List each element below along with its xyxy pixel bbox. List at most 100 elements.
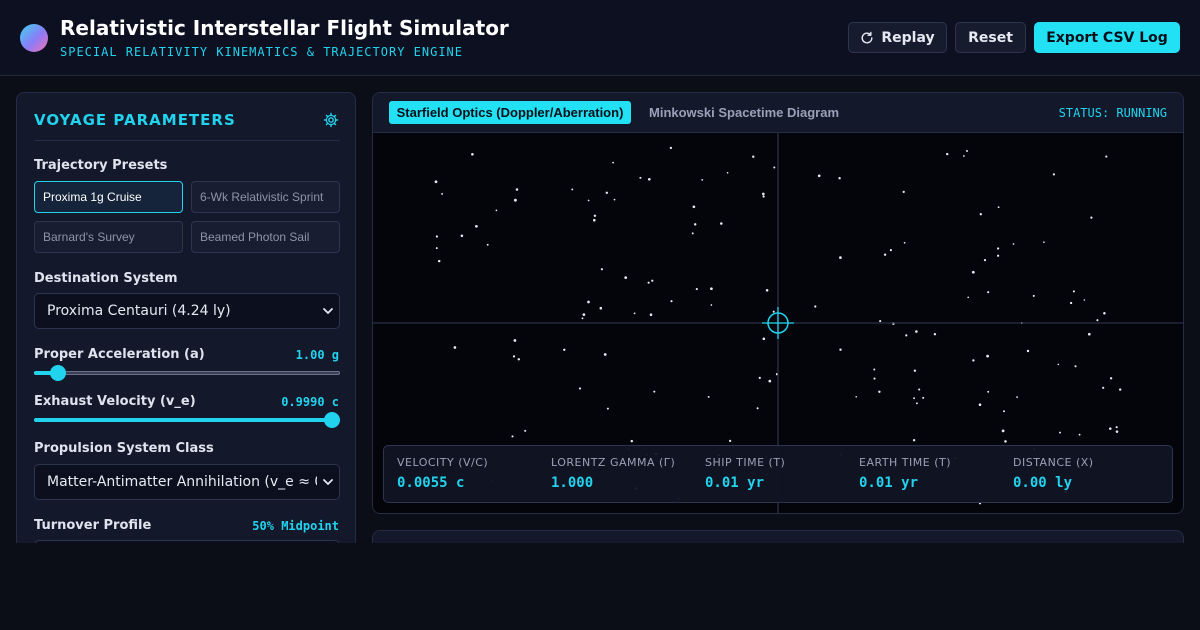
telemetry-readout: VELOCITY (V/C) 0.0055 c LORENTZ GAMMA (Γ…	[383, 445, 1173, 503]
star	[1043, 241, 1045, 244]
star	[471, 152, 474, 156]
readout-lorentz-gamma: LORENTZ GAMMA (Γ) 1.000	[551, 456, 675, 491]
turnover-label: Turnover Profile	[34, 518, 152, 533]
star	[996, 254, 1000, 257]
star	[979, 213, 982, 216]
star	[517, 358, 521, 361]
page-background	[0, 543, 1200, 630]
star	[435, 235, 439, 238]
star	[649, 313, 653, 316]
slider-thumb[interactable]	[50, 365, 67, 381]
star	[997, 206, 1000, 209]
star	[814, 305, 817, 308]
star	[647, 177, 651, 181]
presets-label: Trajectory Presets	[34, 158, 168, 173]
star	[905, 334, 908, 337]
star	[701, 179, 704, 181]
star	[1012, 243, 1015, 245]
star	[1115, 426, 1118, 429]
reset-button[interactable]: Reset	[955, 22, 1026, 53]
star	[630, 439, 634, 443]
star	[1105, 155, 1108, 158]
crosshair-icon	[762, 307, 794, 339]
slider-thumb[interactable]	[324, 412, 340, 428]
star	[996, 247, 1000, 250]
replay-button[interactable]: Replay	[848, 22, 947, 53]
slider-track	[34, 371, 340, 375]
star	[647, 281, 650, 284]
view-tabs: Starfield Optics (Doppler/Aberration) Mi…	[373, 93, 1183, 133]
star	[486, 243, 489, 246]
star	[693, 223, 697, 226]
star	[879, 320, 882, 323]
tab-minkowski-diagram[interactable]: Minkowski Spacetime Diagram	[649, 101, 839, 124]
acceleration-value: 1.00 g	[295, 348, 339, 362]
acceleration-slider[interactable]	[34, 365, 340, 381]
star	[1074, 365, 1077, 368]
star	[600, 268, 603, 271]
star	[1083, 299, 1086, 301]
star	[593, 218, 596, 222]
star	[514, 198, 517, 202]
exhaust-velocity-value: 0.9990 c	[281, 395, 339, 409]
star	[915, 402, 918, 405]
star	[978, 403, 982, 407]
star	[605, 191, 608, 194]
destination-select[interactable]: Proxima Centauri (4.24 ly)	[34, 293, 340, 329]
export-csv-button[interactable]: Export CSV Log	[1034, 22, 1180, 53]
readout-label: LORENTZ GAMMA (Γ)	[551, 456, 676, 469]
star	[915, 330, 918, 333]
divider	[34, 140, 340, 141]
star	[987, 291, 990, 294]
propulsion-select[interactable]: Matter-Antimatter Annihilation (v_e ≈ 0	[34, 464, 340, 500]
voyage-parameters-panel: VOYAGE PARAMETERS Trajectory Presets Pro…	[16, 92, 356, 562]
preset-proxima-1g-cruise[interactable]: Proxima 1g Cruise	[34, 181, 183, 213]
preset-beamed-photon-sail[interactable]: Beamed Photon Sail	[191, 221, 340, 253]
star	[1026, 349, 1030, 353]
preset-6wk-relativistic-sprint[interactable]: 6-Wk Relativistic Sprint	[191, 181, 340, 213]
star	[839, 348, 842, 351]
star	[839, 256, 842, 259]
star	[772, 310, 775, 313]
tab-starfield-optics[interactable]: Starfield Optics (Doppler/Aberration)	[389, 101, 631, 124]
propulsion-value: Matter-Antimatter Annihilation (v_e ≈ 0	[47, 474, 317, 490]
star	[515, 188, 519, 191]
star	[889, 249, 892, 252]
star	[670, 300, 673, 303]
starfield-view[interactable]: VELOCITY (V/C) 0.0055 c LORENTZ GAMMA (Γ…	[373, 133, 1183, 513]
readout-earth-time: EARTH TIME (T) 0.01 yr	[859, 456, 951, 491]
star	[918, 388, 921, 391]
star	[972, 359, 975, 362]
exhaust-velocity-slider[interactable]	[34, 412, 340, 428]
star	[1078, 433, 1081, 436]
readout-label: DISTANCE (X)	[1013, 456, 1094, 469]
star	[578, 387, 582, 390]
propulsion-label: Propulsion System Class	[34, 441, 214, 456]
gear-icon[interactable]	[323, 112, 339, 128]
readout-label: SHIP TIME (T)	[705, 456, 786, 469]
star	[691, 232, 694, 235]
star	[613, 198, 616, 201]
star	[987, 390, 990, 393]
readout-value: 0.00 ly	[1013, 475, 1073, 491]
star	[460, 234, 464, 238]
star	[873, 377, 876, 380]
star	[967, 296, 970, 299]
chevron-down-icon	[317, 471, 339, 493]
turnover-value: 50% Midpoint	[252, 519, 339, 533]
star	[720, 222, 723, 225]
preset-barnards-survey[interactable]: Barnard's Survey	[34, 221, 183, 253]
app-title: Relativistic Interstellar Flight Simulat…	[60, 16, 509, 40]
star	[1057, 363, 1060, 366]
panel-title: VOYAGE PARAMETERS	[34, 111, 236, 129]
star	[1059, 431, 1061, 434]
star	[633, 312, 636, 315]
star	[838, 176, 841, 180]
star	[453, 346, 457, 349]
star	[612, 161, 614, 164]
star	[912, 439, 916, 442]
star	[1087, 332, 1091, 336]
star	[762, 337, 766, 341]
star	[1069, 301, 1073, 305]
star	[513, 339, 517, 342]
